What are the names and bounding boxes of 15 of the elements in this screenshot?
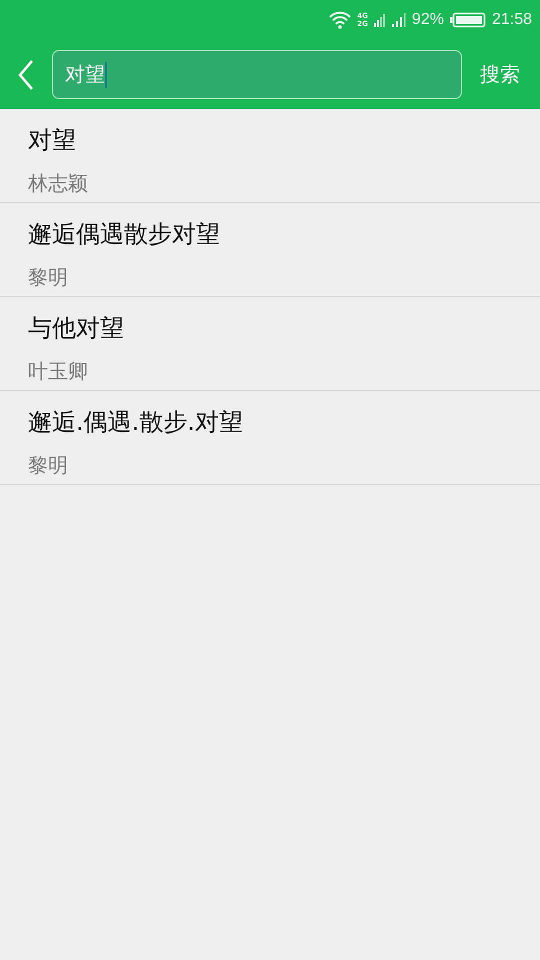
song-title[interactable]: 对望 [28, 109, 540, 157]
signal-icon [374, 12, 386, 28]
artist-name: 黎明 [28, 264, 69, 291]
back-icon[interactable] [18, 60, 34, 90]
song-title[interactable]: 邂逅偶遇散步对望 [28, 203, 540, 251]
wifi-icon [329, 11, 352, 29]
battery-percent: 92% [412, 11, 444, 29]
song-title[interactable]: 与他对望 [28, 297, 540, 345]
artist-name: 叶玉卿 [28, 358, 89, 385]
song-title[interactable]: 邂逅.偶遇.散步.对望 [28, 391, 540, 439]
artist-name: 黎明 [28, 452, 69, 479]
artist-name: 林志颖 [28, 170, 89, 197]
clock: 21:58 [492, 11, 532, 29]
battery-icon [450, 12, 486, 28]
signal-icon [392, 12, 406, 28]
